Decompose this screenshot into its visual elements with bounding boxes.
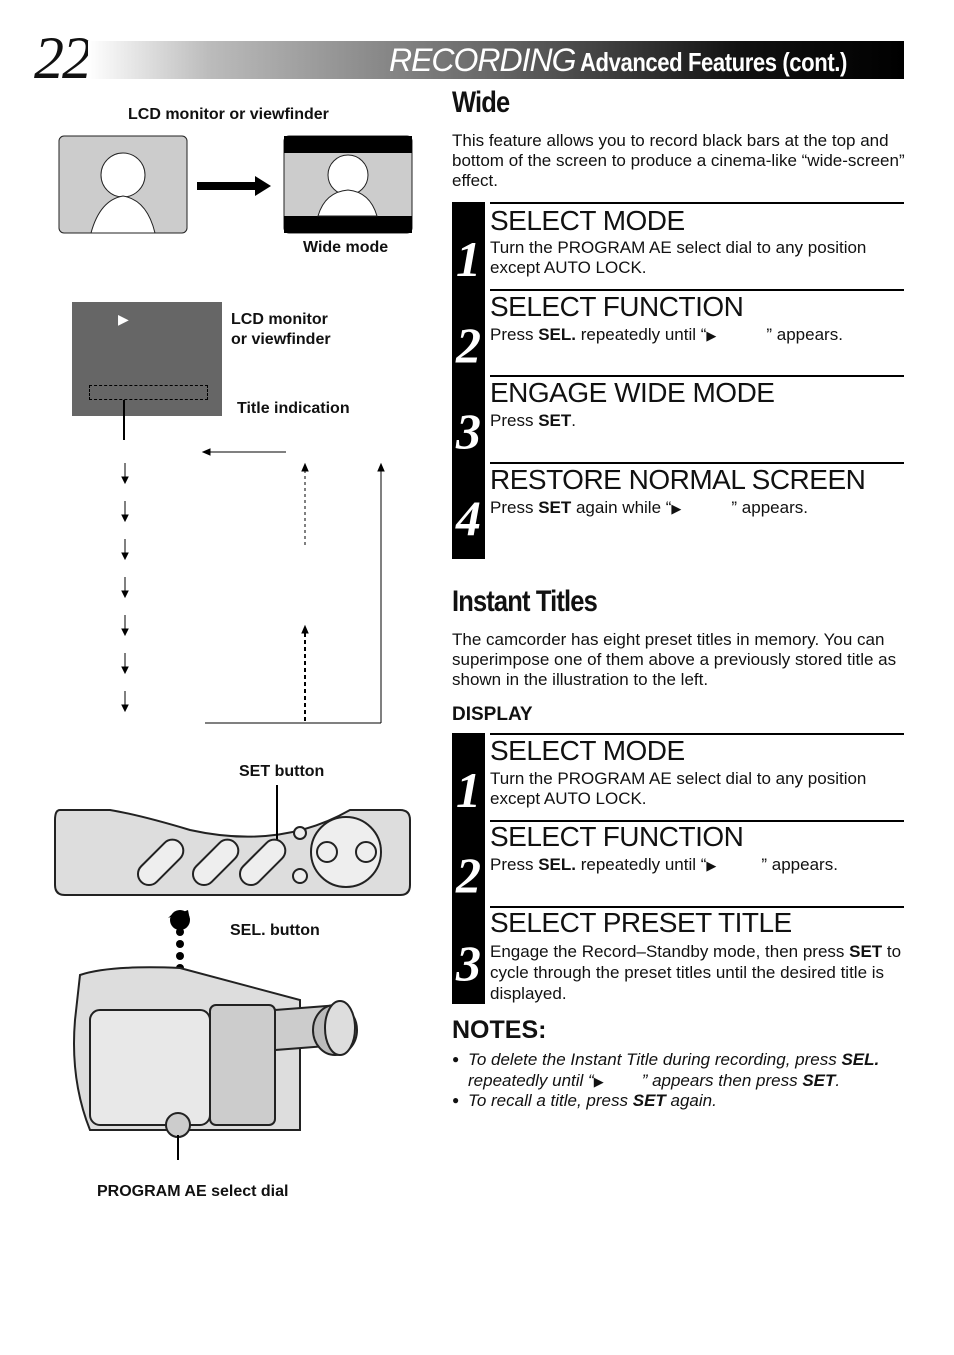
text: Press <box>490 855 539 874</box>
program-ae-label: PROGRAM AE select dial <box>97 1183 289 1200</box>
step-title: SELECT MODE <box>490 735 685 766</box>
sel-button-label: SEL. button <box>230 922 320 939</box>
text: ” appears then press <box>641 1071 803 1090</box>
bullet-icon: ● <box>452 1093 460 1107</box>
key-sel: SEL. <box>538 325 576 344</box>
step-title: SELECT FUNCTION <box>490 821 744 852</box>
step-number: 1 <box>456 762 481 818</box>
step-number: 2 <box>456 317 481 373</box>
title-cycle-arrows <box>121 400 385 724</box>
text: again while “ <box>571 498 672 517</box>
step-title: SELECT PRESET TITLE <box>490 907 792 938</box>
key-set: SET <box>802 1071 836 1090</box>
key-set: SET <box>538 498 572 517</box>
text: . <box>571 411 576 430</box>
wide-intro: This feature allows you to record black … <box>452 131 905 190</box>
display-subheading: DISPLAY <box>452 704 533 725</box>
step-text: Turn the PROGRAM AE select dial to any p… <box>490 769 867 808</box>
text: To delete the Instant Title during recor… <box>468 1050 842 1069</box>
lcd-label-line1: LCD monitor <box>231 311 328 328</box>
play-icon: ▶ <box>671 501 682 516</box>
step-title: ENGAGE WIDE MODE <box>490 377 775 408</box>
key-set: SET <box>849 942 883 961</box>
play-icon: ▶ <box>706 858 717 873</box>
titles-intro: The camcorder has eight preset titles in… <box>452 630 897 689</box>
wide-mode-illustration <box>58 135 413 234</box>
note-1: ● To delete the Instant Title during reco… <box>452 1049 902 1092</box>
manual-page: { "header":{"page_number":"22","section"… <box>0 0 954 1355</box>
text: Press <box>490 498 539 517</box>
text: ” appears. <box>761 855 838 874</box>
step-number: 4 <box>456 490 481 546</box>
bullet-icon: ● <box>452 1052 460 1066</box>
step-number: 3 <box>456 935 481 991</box>
play-icon: ▶ <box>593 1074 604 1089</box>
step-number: 3 <box>456 403 481 459</box>
step-number: 2 <box>456 847 481 903</box>
step-text: Press SET. <box>490 411 905 431</box>
page-header-title: RECORDING Advanced Features (cont.) <box>389 41 894 79</box>
text: To recall a title, press <box>468 1091 633 1110</box>
section-name: RECORDING <box>388 42 577 78</box>
camcorder-illustration <box>54 785 411 1160</box>
step-text: Press SET again while “▶ ” appears. <box>490 498 905 519</box>
notes-heading: NOTES: <box>452 1016 547 1044</box>
page-number: 22 <box>34 25 92 91</box>
instant-titles-heading: Instant Titles <box>452 585 598 618</box>
key-sel: SEL. <box>538 855 576 874</box>
step-text: Press SEL. repeatedly until “▶ ” appears. <box>490 325 905 346</box>
wide-heading: Wide <box>452 86 510 119</box>
text: ” appears. <box>766 325 843 344</box>
header-subtitle: Advanced Features (cont.) <box>579 47 847 77</box>
step-title: RESTORE NORMAL SCREEN <box>490 464 866 495</box>
note-2: ● To recall a title, press SET again. <box>452 1090 902 1111</box>
lcd-label: LCD monitor or viewfinder <box>128 106 329 123</box>
step-text: Turn the PROGRAM AE select dial to any p… <box>490 238 867 277</box>
step-number: 1 <box>456 231 481 287</box>
text: repeatedly until “ <box>468 1071 594 1090</box>
text: Press <box>490 325 539 344</box>
step-title: SELECT MODE <box>490 205 685 236</box>
step-title: SELECT FUNCTION <box>490 291 744 322</box>
step-text: Engage the Record–Standby mode, then pre… <box>490 941 905 1004</box>
text: Engage the Record–Standby mode, then pre… <box>490 942 850 961</box>
text: again. <box>665 1091 717 1110</box>
lcd-label-2: LCD monitor or viewfinder <box>231 310 331 350</box>
divider <box>490 202 904 204</box>
play-icon: ▶ <box>118 311 129 327</box>
text: repeatedly until “ <box>575 325 707 344</box>
wide-mode-label: Wide mode <box>303 239 389 256</box>
step-text: Press SEL. repeatedly until “▶ ” appears. <box>490 855 905 876</box>
key-set: SET <box>538 411 572 430</box>
text: ” appears. <box>731 498 808 517</box>
text: . <box>835 1071 841 1090</box>
text: Press <box>490 411 539 430</box>
lcd-label-line2: or viewfinder <box>231 331 331 348</box>
set-button-label: SET button <box>239 763 325 780</box>
text: repeatedly until “ <box>575 855 707 874</box>
key-set: SET <box>632 1091 666 1110</box>
play-icon: ▶ <box>706 328 717 343</box>
key-sel: SEL. <box>841 1050 880 1069</box>
